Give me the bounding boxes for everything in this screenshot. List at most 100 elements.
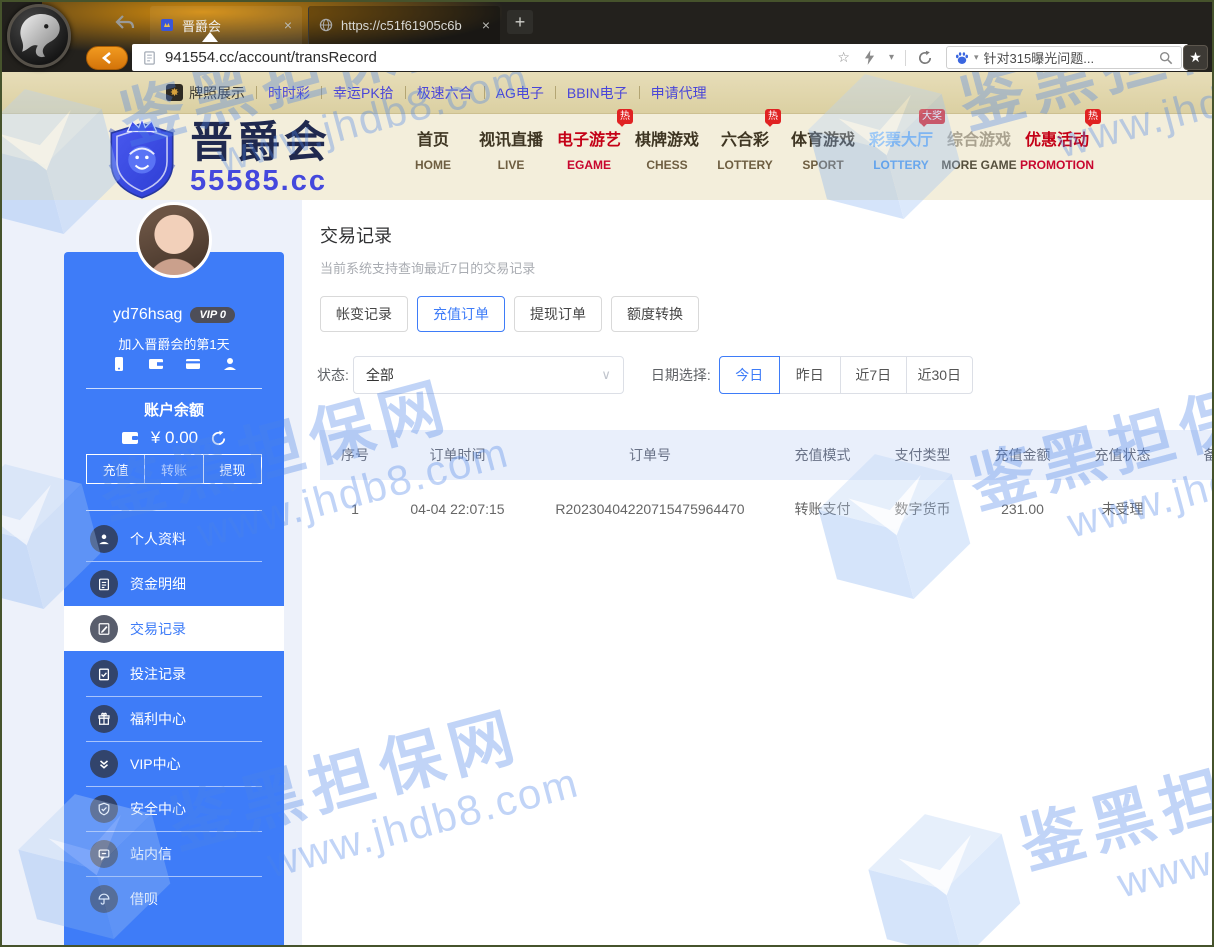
funds-detail-icon [90,570,118,598]
topbar-link-pk10[interactable]: 幸运PK拾 [333,83,394,103]
chevron-down-icon[interactable]: ▾ [974,52,979,63]
site-header: 晋爵会 55585.cc 首页 HOME 视讯直播 LIVE 电子游艺热 EGA… [2,114,1214,200]
sidebar-item-vip[interactable]: VIP中心 [64,741,284,786]
divider [321,86,322,99]
lion-shield-icon [102,117,182,201]
active-tab-pointer [202,32,218,42]
sidebar-item-bets[interactable]: 投注记录 [64,651,284,696]
status-select[interactable]: 全部 ∨ [353,356,624,394]
prize-badge: 大奖 [919,109,945,124]
tab-quota-transfer[interactable]: 额度转换 [611,296,699,332]
transactions-table: 序号 订单时间 订单号 充值模式 支付类型 充值金额 充值状态 备注 1 04-… [320,430,1214,538]
nav-mark6[interactable]: 六合彩热 LOTTERY [706,126,784,172]
date-today-button[interactable]: 今日 [719,356,780,394]
divider [484,86,485,99]
lightning-icon[interactable] [864,50,875,65]
record-tabs: 帐变记录 充值订单 提现订单 额度转换 [320,296,699,332]
nav-sport[interactable]: 体育游戏 SPORT [784,126,862,172]
sidebar-item-security[interactable]: 安全中心 [64,786,284,831]
tab-withdraw-orders[interactable]: 提现订单 [514,296,602,332]
withdraw-button[interactable]: 提现 [203,455,261,483]
shield-check-icon [90,795,118,823]
chevron-down-icon[interactable]: ▾ [889,52,894,63]
address-bar[interactable]: 941554.cc/account/transRecord ☆ ▾ ▾ 针对31… [132,44,1188,71]
content-pane: 交易记录 当前系统支持查询最近7日的交易记录 帐变记录 充值订单 提现订单 额度… [302,200,1214,947]
bookmark-star-icon[interactable]: ☆ [837,49,850,66]
sidebar-menu: 个人资料 资金明细 交易记录 投注记录 福利中心 [64,516,284,921]
refresh-icon[interactable] [917,50,933,66]
nav-live[interactable]: 视讯直播 LIVE [472,126,550,172]
date-7days-button[interactable]: 近7日 [840,356,907,394]
phone-icon[interactable] [111,356,127,372]
history-back-icon[interactable] [114,13,136,33]
balance-amount: ¥ 0.00 [151,428,198,448]
balance-actions: 充值 转账 提现 [86,454,262,484]
tab-account-changes[interactable]: 帐变记录 [320,296,408,332]
nav-home[interactable]: 首页 HOME [394,126,472,172]
divider [905,50,906,66]
chevron-left-icon [101,51,113,65]
new-tab-button[interactable]: + [507,10,533,34]
divider [86,388,262,389]
url-text[interactable]: 941554.cc/account/transRecord [165,49,830,66]
avatar[interactable] [136,202,212,278]
tab-deposit-orders[interactable]: 充值订单 [417,296,505,332]
topbar-link-liuhe[interactable]: 极速六合 [417,83,473,103]
tab-inactive[interactable]: https://c51f61905c6b × [308,6,500,44]
close-tab-icon[interactable]: × [482,18,490,32]
topbar-link-agent[interactable]: 申请代理 [651,83,707,103]
nav-promotion[interactable]: 优惠活动热 PROMOTION [1018,126,1096,172]
search-box[interactable]: ▾ 针对315曝光问题... [946,46,1182,69]
person-icon[interactable] [222,356,238,372]
transfer-button[interactable]: 转账 [144,455,202,483]
refresh-icon[interactable] [210,430,227,447]
browser-chrome: 晋爵会 × https://c51f61905c6b × + 941554.cc… [2,2,1212,72]
date-yesterday-button[interactable]: 昨日 [779,356,841,394]
sidebar-item-welfare[interactable]: 福利中心 [64,696,284,741]
topbar-link-ssc[interactable]: 时时彩 [268,83,310,103]
wallet-icon[interactable] [148,356,164,372]
baidu-paw-icon [955,51,969,65]
profile-icon [90,525,118,553]
back-button[interactable] [86,46,128,70]
search-icon[interactable] [1159,51,1173,65]
nav-chess[interactable]: 棋牌游戏 CHESS [628,126,706,172]
close-tab-icon[interactable]: × [284,18,292,32]
browser-window: ✸ 牌照展示 时时彩 幸运PK拾 极速六合 AG电子 BBIN电子 申请代理 [0,0,1214,947]
sidebar-item-transactions[interactable]: 交易记录 [64,606,284,651]
web-page: ✸ 牌照展示 时时彩 幸运PK拾 极速六合 AG电子 BBIN电子 申请代理 [2,72,1214,947]
join-days-text: 加入晋爵会的第1天 [64,334,284,353]
divider [405,86,406,99]
search-input[interactable]: 针对315曝光问题... [984,48,1154,67]
address-row: 941554.cc/account/transRecord ☆ ▾ ▾ 针对31… [2,44,1212,72]
divider [555,86,556,99]
date-range-group: 今日 昨日 近7日 近30日 [719,356,973,394]
sidebar-item-funds[interactable]: 资金明细 [64,561,284,606]
date-30days-button[interactable]: 近30日 [906,356,973,394]
nav-egame[interactable]: 电子游艺热 EGAME [550,126,628,172]
tab-active[interactable]: 晋爵会 × [150,6,302,44]
nav-more-game[interactable]: 综合游戏 MORE GAME [940,126,1018,172]
filter-bar: 状态: 全部 ∨ 日期选择: 今日 昨日 近7日 近30日 [317,356,973,394]
topbar-link-ag[interactable]: AG电子 [496,83,544,103]
bet-record-icon [90,660,118,688]
license-icon: ✸ [166,84,183,101]
logo-domain: 55585.cc [190,167,331,196]
hot-badge: 热 [1085,109,1101,124]
sidebar-item-loan[interactable]: 借呗 [64,876,284,921]
deposit-button[interactable]: 充值 [87,455,144,483]
site-topbar: ✸ 牌照展示 时时彩 幸运PK拾 极速六合 AG电子 BBIN电子 申请代理 [2,72,1214,114]
page-title: 交易记录 [320,222,392,248]
topbar-link-bbin[interactable]: BBIN电子 [567,83,628,103]
favorites-button[interactable]: ★ [1183,45,1208,70]
nav-lottery-hall[interactable]: 彩票大厅大奖 LOTTERY [862,126,940,172]
license-brand[interactable]: ✸ 牌照展示 [166,83,245,103]
site-logo[interactable]: 晋爵会 55585.cc [102,117,331,201]
bank-card-icon[interactable] [185,356,201,372]
sidebar-item-profile[interactable]: 个人资料 [64,516,284,561]
sidebar-item-messages[interactable]: 站内信 [64,831,284,876]
balance-label: 账户余额 [64,399,284,420]
hot-badge: 热 [617,109,633,124]
username-row: yd76hsag VIP 0 [64,306,284,324]
browser-menu-logo[interactable] [7,4,71,68]
